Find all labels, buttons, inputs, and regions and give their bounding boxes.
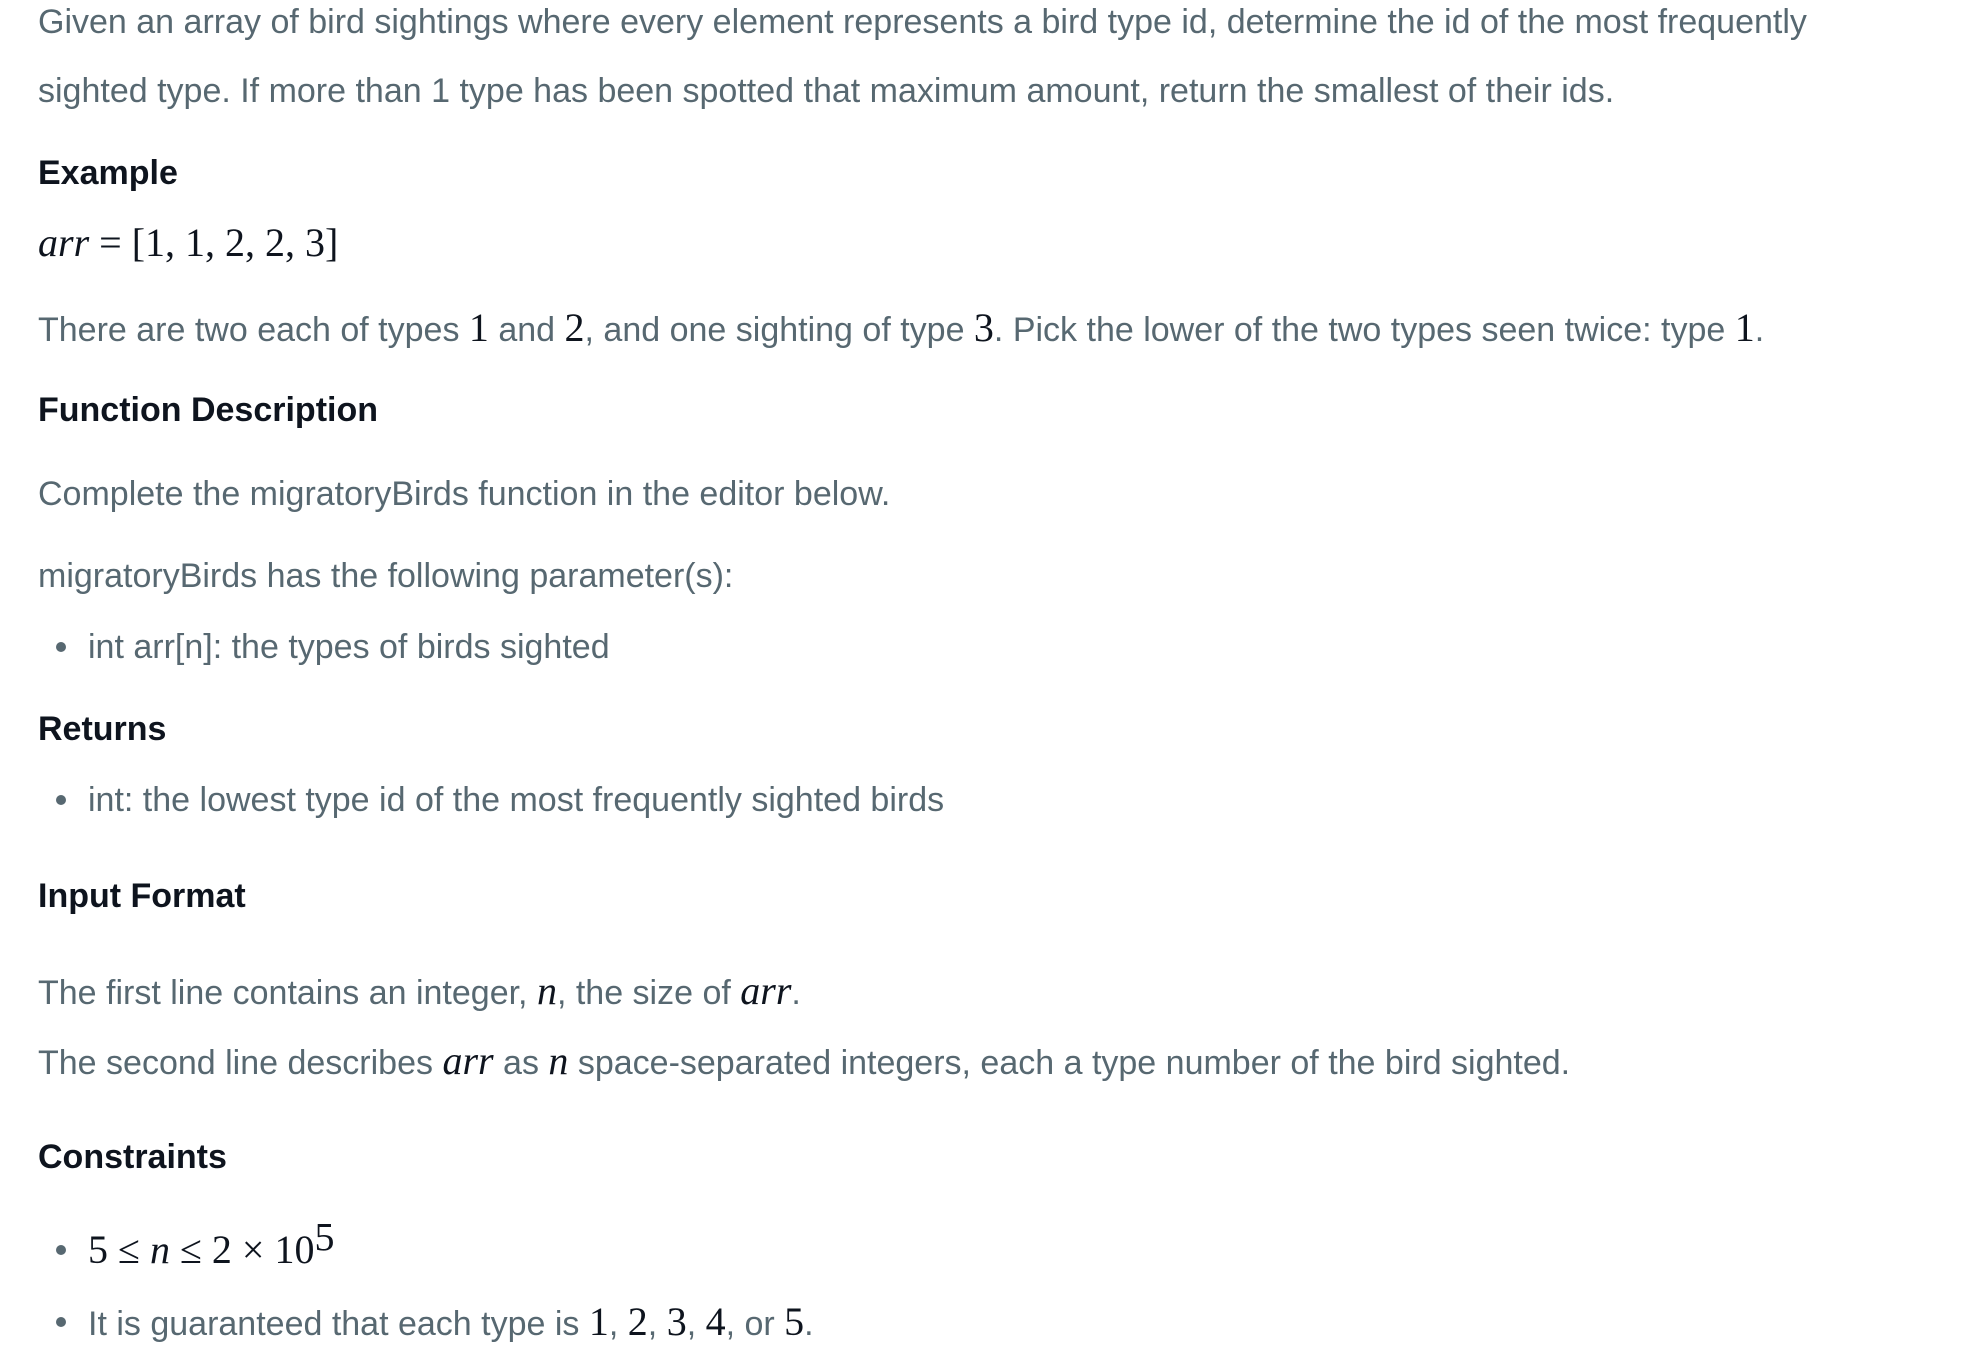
text: , and one sighting of type xyxy=(584,311,974,349)
text: and xyxy=(488,311,565,349)
text: . xyxy=(1754,311,1765,349)
bullet-icon xyxy=(56,642,66,652)
math: 1 xyxy=(1734,305,1755,350)
bullet-icon xyxy=(56,1317,66,1327)
example-heading: Example xyxy=(38,154,178,192)
text: The first line contains an integer, xyxy=(38,974,537,1012)
text: , xyxy=(686,1305,706,1343)
math: 2 xyxy=(627,1299,648,1344)
text: . Pick the lower of the two types seen t… xyxy=(993,311,1735,349)
text: , or xyxy=(725,1305,785,1343)
text: It is guaranteed that each type is xyxy=(88,1305,589,1343)
input-format-heading: Input Format xyxy=(38,877,246,915)
function-description-heading: Function Description xyxy=(38,391,378,429)
constraints-heading: Constraints xyxy=(38,1138,227,1176)
constraint-n-range: 5 ≤ n ≤ 2 × 105 xyxy=(88,1217,334,1272)
math: 2 xyxy=(564,305,585,350)
param-item: int arr[n]: the types of birds sighted xyxy=(88,628,610,666)
text: as xyxy=(493,1044,549,1082)
math: arr xyxy=(740,968,792,1013)
math: 5 ≤ xyxy=(88,1227,150,1272)
text: , the size of xyxy=(556,974,741,1012)
example-equation: arr = [1, 1, 2, 2, 3] xyxy=(38,221,338,265)
math-array: = [1, 1, 2, 2, 3] xyxy=(89,220,339,265)
math: n xyxy=(536,968,557,1013)
intro-line-1: Given an array of bird sightings where e… xyxy=(38,3,1807,41)
returns-item: int: the lowest type id of the most freq… xyxy=(88,781,945,819)
intro-line-2: sighted type. If more than 1 type has be… xyxy=(38,72,1615,110)
text: , xyxy=(608,1305,628,1343)
function-description-text: Complete the migratoryBirds function in … xyxy=(38,475,891,513)
input-format-line-1: The first line contains an integer, n, t… xyxy=(38,969,801,1013)
math: 1 xyxy=(588,1299,609,1344)
math: 1 xyxy=(468,305,489,350)
math: 4 xyxy=(705,1299,726,1344)
math: 5 xyxy=(784,1299,805,1344)
math: ≤ 2 × 10 xyxy=(169,1227,315,1272)
example-explanation: There are two each of types 1 and 2, and… xyxy=(38,306,1764,350)
text: space-separated integers, each a type nu… xyxy=(568,1044,1571,1082)
text: . xyxy=(791,974,801,1012)
text: , xyxy=(647,1305,667,1343)
input-format-line-2: The second line describes arr as n space… xyxy=(38,1039,1570,1083)
math: 3 xyxy=(973,305,994,350)
math-exponent: 5 xyxy=(314,1214,335,1260)
math: n xyxy=(548,1038,569,1083)
math: arr xyxy=(442,1038,494,1083)
returns-heading: Returns xyxy=(38,710,167,748)
text: . xyxy=(804,1305,814,1343)
bullet-icon xyxy=(56,795,66,805)
math: 3 xyxy=(666,1299,687,1344)
text: There are two each of types xyxy=(38,311,469,349)
bullet-icon xyxy=(56,1245,66,1255)
math: n xyxy=(149,1227,170,1272)
text: The second line describes xyxy=(38,1044,443,1082)
constraint-types: It is guaranteed that each type is 1, 2,… xyxy=(88,1300,814,1344)
params-intro: migratoryBirds has the following paramet… xyxy=(38,557,734,595)
math-var: arr xyxy=(38,220,90,265)
